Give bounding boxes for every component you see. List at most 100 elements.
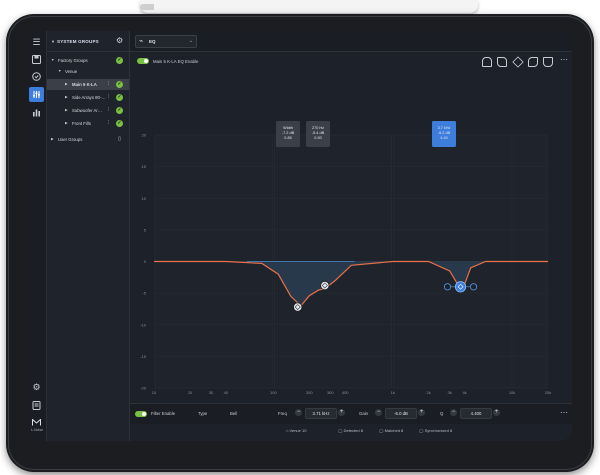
group-status-icon: ✓ <box>116 94 123 101</box>
type-value[interactable]: Bell <box>230 411 237 416</box>
freq-field[interactable]: 3.71 kHz <box>305 408 337 419</box>
tree-item[interactable]: ▼ Venue <box>47 66 129 77</box>
tree-item-label: Side Arrays 80-… <box>72 95 106 100</box>
eq-sliders-icon[interactable] <box>29 87 44 102</box>
tree-item[interactable]: ▶ Main 5 K-LA ⫶ ✓ <box>47 79 129 90</box>
freq-label: Freq <box>278 411 287 416</box>
tree-item-label: Subwoofer Ar… <box>72 108 103 113</box>
collapse-icon[interactable]: ▼ <box>51 39 55 44</box>
collapse-arrow-icon[interactable]: ▶ <box>65 108 68 112</box>
filter-tag-text: 270 Hz <box>312 126 324 130</box>
filter-tag-text: 4.40 <box>440 136 447 140</box>
tree-item[interactable]: ▶ Subwoofer Ar… ⫶ ✓ <box>47 105 129 116</box>
status-label: Venue 10 <box>289 428 307 433</box>
collapse-arrow-icon[interactable]: ▶ <box>51 137 54 141</box>
filter-parameters-bar: Filter Enable Type Bell Freq − 3.71 kHz … <box>130 403 572 425</box>
eq-main: ⌁ EQ ⌄ Main 5 K-LA EQ Enable ⋯ 20 15 10 5 0 -… <box>130 31 572 441</box>
group-eq-icon[interactable]: ⫶ <box>105 120 112 127</box>
app-screen: ☰ ⚙ L-Noise ▼ SYSTEM GROUPS ⚙ ▼ Factory G… <box>27 31 572 441</box>
x-tick-label: 300 <box>327 390 334 395</box>
status-label: Synchronized 8 <box>424 428 453 433</box>
save-icon[interactable] <box>31 54 42 65</box>
settings-icon[interactable]: ⚙ <box>31 382 42 393</box>
collapse-arrow-icon[interactable]: ▶ <box>65 82 68 86</box>
tree-item-label: Factory Groups <box>58 58 88 63</box>
group-eq-icon[interactable]: ⫶ <box>105 94 112 101</box>
group-eq-icon[interactable]: ⫶ <box>105 81 112 88</box>
filter-tag-text: Width <box>283 126 293 130</box>
group-eq-icon[interactable]: ⫶ <box>105 107 112 114</box>
tree-item-label: User Groups <box>58 137 83 142</box>
filter-tag-text: 3.7 kHz <box>438 126 451 130</box>
tree-item[interactable]: ▶ Front Fills ⫶ ✓ <box>47 118 129 129</box>
status-item: ⌂ Venue 10 <box>286 428 306 433</box>
view-selector[interactable]: ⌁ EQ ⌄ <box>135 35 197 48</box>
apple-pencil <box>140 0 478 13</box>
gain-label: Gain <box>359 411 369 416</box>
y-tick-label: 10 <box>142 196 147 201</box>
tree-item[interactable]: ▶ Side Arrays 80-… ⫶ ✓ <box>47 92 129 103</box>
group-status-icon: ✓ <box>116 120 123 127</box>
tree-item[interactable]: ▼ Factory Groups ✓ <box>47 55 129 66</box>
filter-tag-text: 0.50 <box>314 136 321 140</box>
q-increment-button[interactable]: + <box>493 409 500 416</box>
x-tick-label: 10k <box>509 390 515 395</box>
freq-decrement-button[interactable]: − <box>295 409 302 416</box>
bar-chart-icon[interactable] <box>31 107 42 118</box>
tree-item[interactable]: ▶ User Groups ▯ <box>47 134 129 145</box>
x-tick-label: 200 <box>306 390 313 395</box>
filter-more-icon[interactable]: ⋯ <box>560 408 569 417</box>
more-options-icon[interactable]: ⋯ <box>560 55 569 64</box>
collapse-arrow-icon[interactable]: ▶ <box>65 121 68 125</box>
x-tick-label: 2k <box>427 390 431 395</box>
status-item: ◯ Detected 8 <box>338 428 363 433</box>
status-item: ◯ Matched 8 <box>379 428 403 433</box>
filter-enable-toggle[interactable] <box>135 411 147 417</box>
view-selector-value: EQ <box>149 39 156 44</box>
y-tick-label: -15 <box>140 354 147 359</box>
x-tick-label: 40 <box>224 390 229 395</box>
expand-icon[interactable]: ▼ <box>51 58 54 62</box>
freq-increment-button[interactable]: + <box>338 409 345 416</box>
filter-tag-text: 0.85 <box>284 136 291 140</box>
q-field[interactable]: 4.400 <box>460 408 492 419</box>
gain-decrement-button[interactable]: − <box>375 409 382 416</box>
status-label: Detected 8 <box>343 428 363 433</box>
eq-plot[interactable]: 20 15 10 5 0 -5 -10 -15 -20 10 20 30 40 100 200 300 400 1… <box>130 68 572 403</box>
x-tick-label: 3k <box>448 390 452 395</box>
collapse-arrow-icon[interactable]: ▶ <box>65 95 68 99</box>
tree-item-label: Main 5 K-LA <box>72 82 97 87</box>
measure-icon[interactable] <box>31 71 42 82</box>
group-status-icon: ✓ <box>116 81 123 88</box>
eq-enable-toggle[interactable] <box>137 58 149 64</box>
document-icon[interactable] <box>31 400 42 411</box>
top-bar: ⌁ EQ ⌄ <box>130 31 572 52</box>
x-tick-label: 30 <box>209 390 214 395</box>
eq-view-icon: ⌁ <box>139 38 144 45</box>
high-pass-icon[interactable] <box>497 57 507 67</box>
filter-enable-label: Filter Enable <box>151 411 176 416</box>
x-tick-label: 4k <box>462 390 466 395</box>
gear-icon[interactable]: ⚙ <box>116 36 123 45</box>
q-left-handle <box>443 283 452 291</box>
expand-icon[interactable]: ▼ <box>58 69 61 73</box>
system-groups-panel: ▼ SYSTEM GROUPS ⚙ ▼ Factory Groups ✓ ▼ Venue… <box>47 31 130 441</box>
gain-field[interactable]: -6.0 dB <box>385 408 417 419</box>
eq-enable-label: Main 5 K-LA EQ Enable <box>153 59 199 64</box>
y-tick-label: 15 <box>142 164 147 169</box>
y-tick-label: 5 <box>144 227 147 232</box>
panel-title: SYSTEM GROUPS <box>57 39 99 44</box>
filter-tag-text: -7.2 dB <box>282 131 295 135</box>
gain-increment-button[interactable]: + <box>418 409 425 416</box>
x-tick-label: 20 <box>188 390 193 395</box>
low-pass-icon[interactable] <box>528 57 538 67</box>
menu-icon[interactable]: ☰ <box>31 37 42 48</box>
x-tick-label: 1k <box>391 390 395 395</box>
high-shelf-icon[interactable] <box>543 57 553 67</box>
status-item: ◯ Synchronized 8 <box>419 428 452 433</box>
tree-item-label: Front Fills <box>72 121 91 126</box>
low-shelf-icon[interactable] <box>482 57 492 67</box>
brand-logo-icon <box>31 417 42 428</box>
q-decrement-button[interactable]: − <box>450 409 457 416</box>
user-group-icon[interactable]: ▯ <box>116 136 123 143</box>
